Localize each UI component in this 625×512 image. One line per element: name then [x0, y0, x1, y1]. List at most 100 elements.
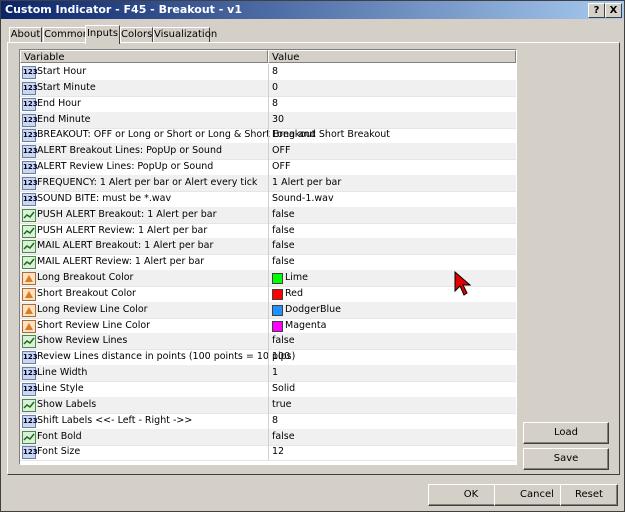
table-row[interactable]: Show Review Lines false	[20, 333, 516, 351]
tab-visualization[interactable]: Visualization	[153, 27, 217, 43]
integer-type-icon: 123	[22, 145, 38, 159]
value-cell[interactable]: false	[268, 333, 516, 350]
value-cell[interactable]: DodgerBlue	[268, 301, 516, 318]
color-swatch	[272, 273, 283, 285]
value-cell[interactable]: Sound-1.wav	[268, 190, 516, 207]
mouse-cursor-icon	[454, 271, 472, 296]
color-type-icon	[22, 272, 36, 286]
value-text: false	[272, 224, 295, 236]
integer-type-icon: 123	[22, 161, 38, 175]
table-row[interactable]: PUSH ALERT Review: 1 Alert per bar false	[20, 222, 516, 240]
value-cell[interactable]: 8	[268, 412, 516, 429]
variable-cell: 123 End Minute	[20, 112, 267, 128]
value-cell[interactable]: 1	[268, 365, 516, 382]
value-cell[interactable]: false	[268, 206, 516, 223]
value-cell[interactable]: 12	[268, 444, 516, 461]
value-cell[interactable]: 0	[268, 79, 516, 96]
boolean-type-icon	[22, 208, 36, 222]
variable-cell: Short Review Line Color	[20, 318, 267, 334]
value-text: false	[272, 430, 295, 442]
value-cell[interactable]: OFF	[268, 143, 516, 160]
variable-name: Long Breakout Color	[37, 272, 134, 284]
table-row[interactable]: Long Breakout Color Lime	[20, 270, 516, 288]
column-header-variable[interactable]: Variable	[20, 50, 268, 63]
table-row[interactable]: MAIL ALERT Review: 1 Alert per bar false	[20, 254, 516, 272]
value-cell[interactable]: 100	[268, 349, 516, 366]
value-text: 1 Alert per bar	[272, 176, 342, 188]
value-cell[interactable]: OFF	[268, 159, 516, 176]
value-text: Solid	[272, 383, 296, 394]
load-button[interactable]: Load	[523, 422, 609, 444]
integer-type-icon: 123	[22, 176, 38, 190]
integer-type-icon: 123	[22, 66, 38, 79]
tab-inputs[interactable]: Inputs	[85, 25, 120, 44]
table-row[interactable]: Short Breakout Color Red	[20, 285, 516, 303]
table-row[interactable]: 123 End Hour 8	[20, 95, 516, 113]
table-row[interactable]: 123 SOUND BITE: must be *.wav Sound-1.wav	[20, 190, 516, 208]
value-text: Sound-1.wav	[272, 192, 334, 204]
color-swatch	[272, 288, 283, 300]
table-row[interactable]: 123 ALERT Review Lines: PopUp or Sound OFF	[20, 159, 516, 177]
table-row[interactable]: 123 Font Size 12	[20, 444, 516, 462]
table-row[interactable]: 123 ALERT Breakout Lines: PopUp or Sound O…	[20, 143, 516, 161]
tab-colors[interactable]: Colors	[120, 27, 153, 43]
value-text: false	[272, 208, 295, 220]
inputs-table: Variable Value 123 Start Hour 8 123 Start Mi…	[19, 49, 517, 465]
value-text: Lime	[285, 272, 309, 284]
variable-name: Show Labels	[37, 398, 97, 410]
table-row[interactable]: Font Bold false	[20, 428, 516, 446]
value-cell[interactable]: 1 Alert per bar	[268, 174, 516, 191]
integer-type-icon: 123	[22, 383, 38, 396]
table-row[interactable]: PUSH ALERT Breakout: 1 Alert per bar fals…	[20, 206, 516, 224]
variable-name: SOUND BITE: must be *.wav	[37, 192, 172, 204]
table-row[interactable]: 123 Line Style Solid	[20, 381, 516, 398]
variable-cell: PUSH ALERT Review: 1 Alert per bar	[20, 223, 267, 239]
variable-name: Start Hour	[37, 66, 87, 77]
value-cell[interactable]: 8	[268, 95, 516, 112]
table-row[interactable]: 123 Start Minute 0	[20, 79, 516, 97]
table-row[interactable]: 123 Shift Labels <<- Left - Right ->> 8	[20, 412, 516, 430]
table-row[interactable]: 123 BREAKOUT: OFF or Long or Short or Lon…	[20, 127, 516, 145]
table-row[interactable]: Short Review Line Color Magenta	[20, 317, 516, 335]
table-row[interactable]: Show Labels true	[20, 396, 516, 414]
reset-button[interactable]: Reset	[560, 484, 618, 506]
table-row[interactable]: Long Review Line Color DodgerBlue	[20, 301, 516, 319]
save-button[interactable]: Save	[523, 448, 609, 470]
close-button[interactable]: X	[605, 3, 622, 18]
value-cell[interactable]: 8	[268, 64, 516, 80]
table-row[interactable]: MAIL ALERT Breakout: 1 Alert per bar fals…	[20, 238, 516, 256]
integer-type-icon: 123	[22, 367, 38, 381]
table-row[interactable]: 123 Start Hour 8	[20, 64, 516, 81]
value-text: false	[272, 335, 295, 347]
variable-cell: 123 ALERT Review Lines: PopUp or Sound	[20, 159, 267, 175]
value-cell[interactable]: Magenta	[268, 317, 516, 334]
variable-cell: Short Breakout Color	[20, 286, 267, 302]
value-cell[interactable]: false	[268, 238, 516, 255]
color-swatch	[272, 304, 283, 316]
value-cell[interactable]: Solid	[268, 381, 516, 397]
value-cell[interactable]: false	[268, 222, 516, 239]
help-button[interactable]: ?	[588, 3, 605, 18]
table-row[interactable]: 123 Line Width 1	[20, 365, 516, 383]
variable-name: Font Size	[37, 446, 81, 458]
value-cell[interactable]: true	[268, 396, 516, 413]
table-row[interactable]: 123 End Minute 30	[20, 111, 516, 129]
variable-name: Start Minute	[37, 81, 96, 93]
value-cell[interactable]: false	[268, 254, 516, 271]
table-row[interactable]: 123 Review Lines distance in points (100 …	[20, 349, 516, 367]
tab-about[interactable]: About	[9, 27, 42, 43]
table-row[interactable]: 123 FREQUENCY: 1 Alert per bar or Alert e…	[20, 174, 516, 192]
column-header-value[interactable]: Value	[268, 50, 516, 63]
title-bar[interactable]: Custom Indicator - F45 - Breakout - v1 ?…	[1, 1, 624, 19]
value-cell[interactable]: Red	[268, 285, 516, 302]
variable-name: PUSH ALERT Breakout: 1 Alert per bar	[37, 208, 217, 220]
integer-type-icon: 123	[22, 129, 38, 143]
inputs-panel: Variable Value 123 Start Hour 8 123 Start Mi…	[7, 42, 620, 475]
value-cell[interactable]: false	[268, 428, 516, 445]
value-cell[interactable]: Lime	[268, 270, 516, 287]
color-type-icon	[22, 319, 36, 333]
value-cell[interactable]: Long and Short Breakout	[268, 127, 516, 144]
tab-common[interactable]: Common	[43, 27, 89, 43]
variable-name: PUSH ALERT Review: 1 Alert per bar	[37, 224, 208, 236]
value-cell[interactable]: 30	[268, 111, 516, 128]
